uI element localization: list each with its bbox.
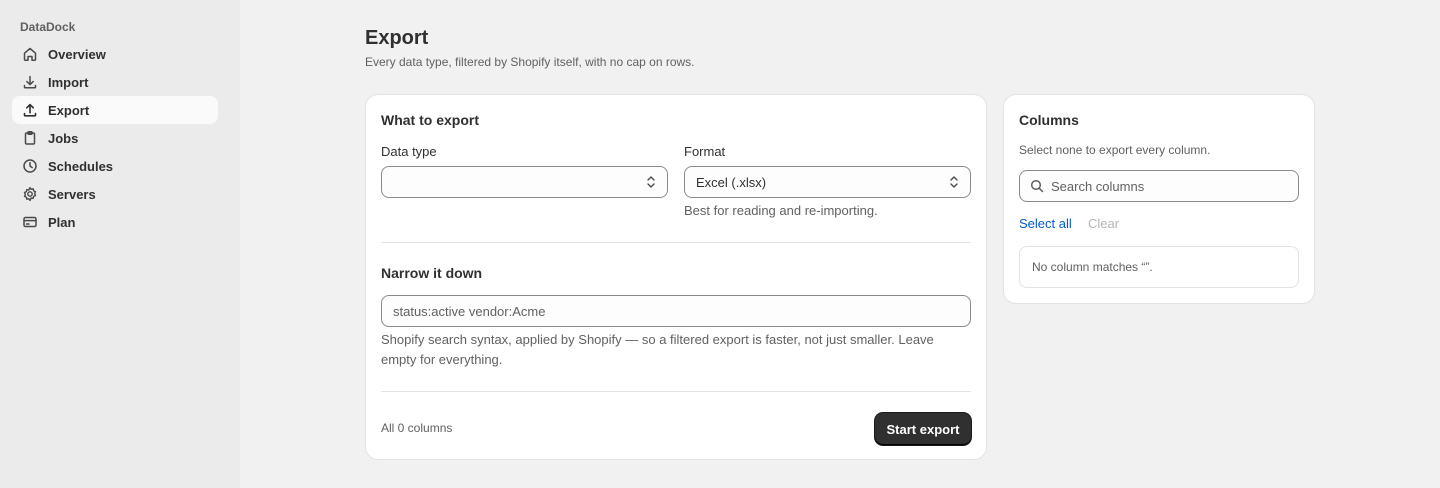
page-title: Export (365, 27, 429, 49)
sidebar-item-overview[interactable]: Overview (12, 40, 218, 68)
credit-card-icon (21, 213, 39, 231)
search-icon (1030, 179, 1044, 193)
query-input[interactable]: status:active vendor:Acme (381, 295, 971, 327)
format-help: Best for reading and re-importing. (684, 203, 878, 218)
chevron-up-down-icon (647, 176, 655, 188)
sidebar-item-label: Import (48, 74, 89, 90)
data-type-label: Data type (381, 144, 437, 159)
data-type-select[interactable] (381, 166, 668, 198)
query-placeholder: status:active vendor:Acme (393, 303, 546, 319)
sidebar-item-import[interactable]: Import (12, 68, 218, 96)
divider (381, 242, 971, 243)
sidebar-item-label: Servers (48, 186, 96, 202)
export-card-title: What to export (381, 112, 479, 128)
start-export-button[interactable]: Start export (875, 413, 971, 445)
export-card: What to export Data type Format Excel (.… (366, 95, 986, 459)
sidebar-item-label: Overview (48, 46, 106, 62)
sidebar-item-label: Plan (48, 214, 76, 230)
format-label: Format (684, 144, 726, 159)
empty-columns-text: No column matches “”. (1032, 260, 1153, 274)
clipboard-icon (21, 129, 39, 147)
download-icon (21, 73, 39, 91)
sidebar-item-label: Schedules (48, 158, 114, 174)
home-icon (21, 45, 39, 63)
sidebar-nav: Overview Import Export Jobs Schedules Se… (12, 40, 218, 236)
search-columns-placeholder: Search columns (1051, 178, 1145, 194)
select-all-link[interactable]: Select all (1019, 216, 1072, 231)
sidebar-item-label: Jobs (48, 130, 79, 146)
app-name: DataDock (20, 20, 76, 34)
upload-icon (21, 101, 39, 119)
sidebar-item-export[interactable]: Export (12, 96, 218, 124)
divider (381, 391, 971, 392)
sidebar-item-label: Export (48, 102, 90, 118)
empty-columns-message: No column matches “”. (1019, 246, 1299, 288)
sidebar: DataDock Overview Import Export Jobs Sch… (0, 0, 240, 488)
page-subtitle: Every data type, filtered by Shopify its… (365, 55, 695, 69)
columns-card-title: Columns (1019, 112, 1079, 128)
chevron-up-down-icon (950, 176, 958, 188)
columns-help: Select none to export every column. (1019, 143, 1211, 157)
format-select[interactable]: Excel (.xlsx) (684, 166, 971, 198)
format-value: Excel (.xlsx) (696, 174, 767, 190)
sidebar-item-plan[interactable]: Plan (12, 208, 218, 236)
columns-summary: All 0 columns (381, 421, 453, 435)
sidebar-item-schedules[interactable]: Schedules (12, 152, 218, 180)
clear-link[interactable]: Clear (1088, 216, 1119, 231)
sidebar-item-servers[interactable]: Servers (12, 180, 218, 208)
gear-icon (21, 185, 39, 203)
clock-icon (21, 157, 39, 175)
sidebar-item-jobs[interactable]: Jobs (12, 124, 218, 152)
narrow-title: Narrow it down (381, 265, 483, 281)
narrow-help: Shopify search syntax, applied by Shopif… (381, 332, 934, 367)
columns-card: Columns Select none to export every colu… (1004, 95, 1314, 303)
search-columns-input[interactable]: Search columns (1019, 170, 1299, 202)
